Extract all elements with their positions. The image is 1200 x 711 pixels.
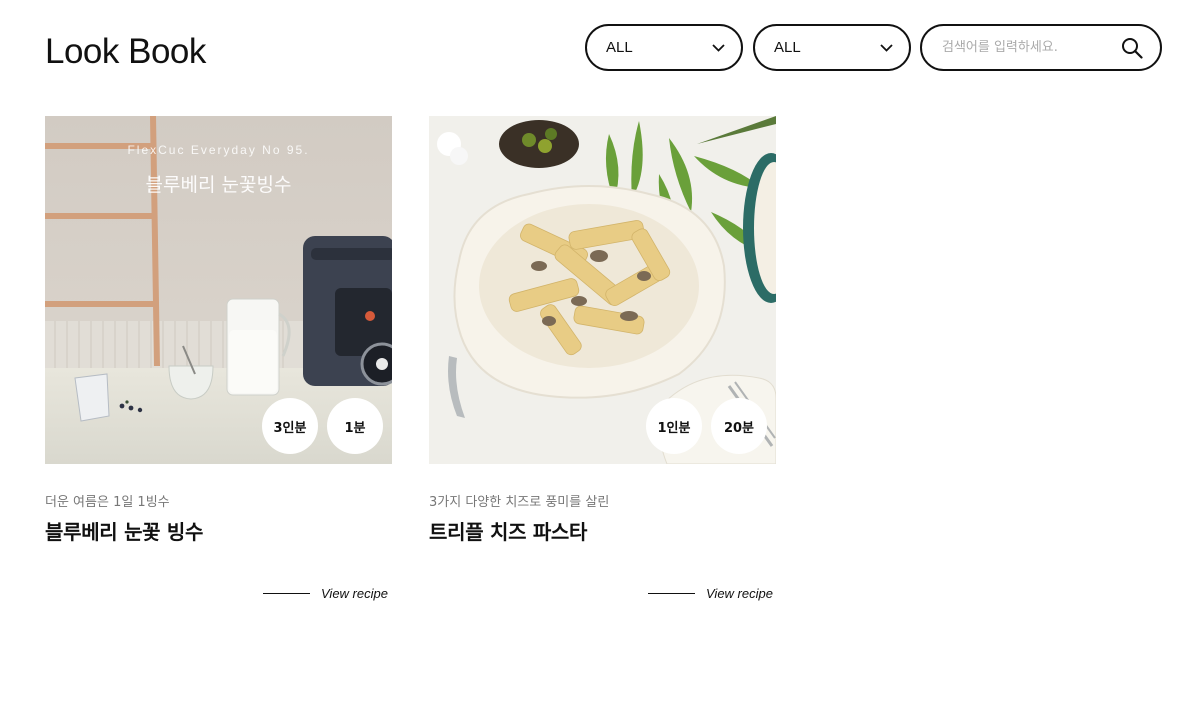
view-recipe-link[interactable]: View recipe [263,586,388,601]
recipe-thumbnail[interactable]: 1인분 20분 [429,116,776,464]
link-divider-line [263,593,310,594]
card-title[interactable]: 블루베리 눈꽃 빙수 [45,516,393,545]
servings-badge: 3인분 [262,398,318,454]
search-box [920,24,1162,71]
category-filter-value: ALL [606,39,633,56]
view-recipe-label: View recipe [321,586,388,601]
card-subtitle: 3가지 다양한 치즈로 풍미를 살린 [429,495,610,510]
time-badge: 20분 [711,398,767,454]
thumbnail-caption-ko: 블루베리 눈꽃빙수 [145,174,292,196]
category-filter-select[interactable]: ALL [585,24,743,71]
thumbnail-caption-en: FlexCuc Everyday No 95. [127,143,310,157]
recipe-thumbnail[interactable]: FlexCuc Everyday No 95. 블루베리 눈꽃빙수 3인분 1분 [45,116,392,464]
search-icon[interactable] [1120,36,1144,60]
chevron-down-icon [711,41,725,55]
card-subtitle: 더운 여름은 1일 1빙수 [45,495,170,510]
search-input[interactable] [942,40,1120,55]
sort-filter-value: ALL [774,39,801,56]
page-title: Look Book [45,32,206,71]
card-title[interactable]: 트리플 치즈 파스타 [429,516,777,545]
sort-filter-select[interactable]: ALL [753,24,911,71]
chevron-down-icon [879,41,893,55]
view-recipe-label: View recipe [706,586,773,601]
time-badge: 1분 [327,398,383,454]
servings-badge: 1인분 [646,398,702,454]
recipe-card[interactable]: FlexCuc Everyday No 95. 블루베리 눈꽃빙수 3인분 1분… [45,116,393,545]
view-recipe-link[interactable]: View recipe [648,586,773,601]
link-divider-line [648,593,695,594]
recipe-card[interactable]: 1인분 20분 3가지 다양한 치즈로 풍미를 살린 트리플 치즈 파스타 [429,116,777,545]
